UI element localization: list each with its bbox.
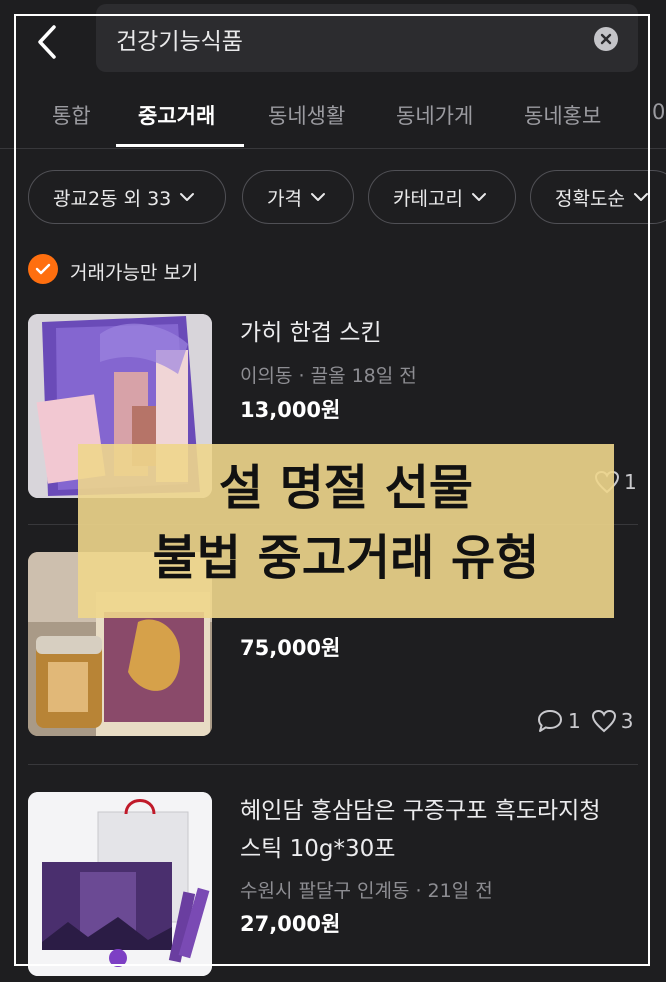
chevron-down-icon <box>180 193 195 201</box>
tradable-only-label[interactable]: 거래가능만 보기 <box>70 258 198 285</box>
listing-1-price: 13,000원 <box>240 398 341 422</box>
listing-1-location: 이의동 <box>240 365 293 387</box>
listing-1-like-count: 1 <box>624 470 637 494</box>
listing-2-like-count: 3 <box>620 709 634 733</box>
chevron-down-icon <box>471 193 486 201</box>
tab-neighborhood-life[interactable]: 동네생활 <box>268 100 345 130</box>
listing-3-title-line2[interactable]: 스틱 10g*30포 <box>240 832 395 866</box>
filter-price-chip[interactable]: 가격 <box>242 170 354 224</box>
tab-local-stores[interactable]: 동네가게 <box>396 100 473 130</box>
listing-3-price: 27,000원 <box>240 912 341 936</box>
listing-divider <box>28 764 638 765</box>
filter-location-label: 광교2동 외 33 <box>53 187 172 210</box>
chevron-down-icon <box>310 193 325 201</box>
listing-3-location: 수원시 팔달구 인계동 <box>240 880 410 902</box>
heart-icon <box>591 709 616 733</box>
headline-line-1: 설 명절 선물 <box>218 460 474 516</box>
listing-1-meta: 이의동 · 끌올 18일 전 <box>240 361 417 388</box>
listing-3-title-line1[interactable]: 혜인담 홍삼담은 구증구포 흑도라지청 <box>240 794 601 828</box>
search-results-screen: 건강기능식품 통합 중고거래 동네생활 동네가게 동네홍보 0 광교2동 외 3… <box>0 0 666 982</box>
filter-category-label: 카테고리 <box>393 187 463 210</box>
clear-search-button[interactable] <box>594 27 618 51</box>
close-icon <box>600 33 612 45</box>
tab-all[interactable]: 통합 <box>52 100 91 130</box>
listing-3-thumbnail[interactable] <box>28 792 212 976</box>
filter-location-chip[interactable]: 광교2동 외 33 <box>28 170 226 224</box>
chat-bubble-icon <box>538 710 562 732</box>
headline-overlay: 설 명절 선물 불법 중고거래 유형 <box>78 444 614 618</box>
listing-2-price: 75,000원 <box>240 636 341 660</box>
search-bar[interactable]: 건강기능식품 <box>96 4 638 72</box>
active-tab-indicator <box>116 144 244 147</box>
meta-separator: · <box>298 365 311 387</box>
listing-3-meta: 수원시 팔달구 인계동 · 21일 전 <box>240 876 493 903</box>
filter-category-chip[interactable]: 카테고리 <box>368 170 516 224</box>
search-input[interactable]: 건강기능식품 <box>116 22 243 56</box>
tab-used-trade[interactable]: 중고거래 <box>138 100 215 130</box>
tradable-only-checkbox[interactable] <box>28 254 58 284</box>
back-button[interactable] <box>30 22 64 62</box>
filter-sort-chip[interactable]: 정확도순 <box>530 170 666 224</box>
chevron-down-icon <box>633 193 648 201</box>
listing-1-bumped: 끌올 18일 전 <box>310 365 417 387</box>
meta-separator: · <box>415 880 428 902</box>
headline-line-2: 불법 중고거래 유형 <box>152 530 540 586</box>
checkmark-icon <box>35 263 51 275</box>
category-tabs: 통합 중고거래 동네생활 동네가게 동네홍보 0 <box>0 84 666 149</box>
listing-3-bumped: 21일 전 <box>427 880 493 902</box>
chevron-left-icon <box>38 25 56 59</box>
listing-1-title[interactable]: 가히 한겹 스킨 <box>240 316 382 350</box>
tab-local-promo[interactable]: 동네홍보 <box>524 100 601 130</box>
red-ginseng-product-image <box>28 792 212 976</box>
listing-2-stats: 1 3 <box>536 708 637 734</box>
tab-more[interactable]: 0 <box>652 100 665 124</box>
filter-sort-label: 정확도순 <box>555 187 625 210</box>
filter-price-label: 가격 <box>267 187 302 210</box>
listing-2-chat-count: 1 <box>568 709 581 733</box>
